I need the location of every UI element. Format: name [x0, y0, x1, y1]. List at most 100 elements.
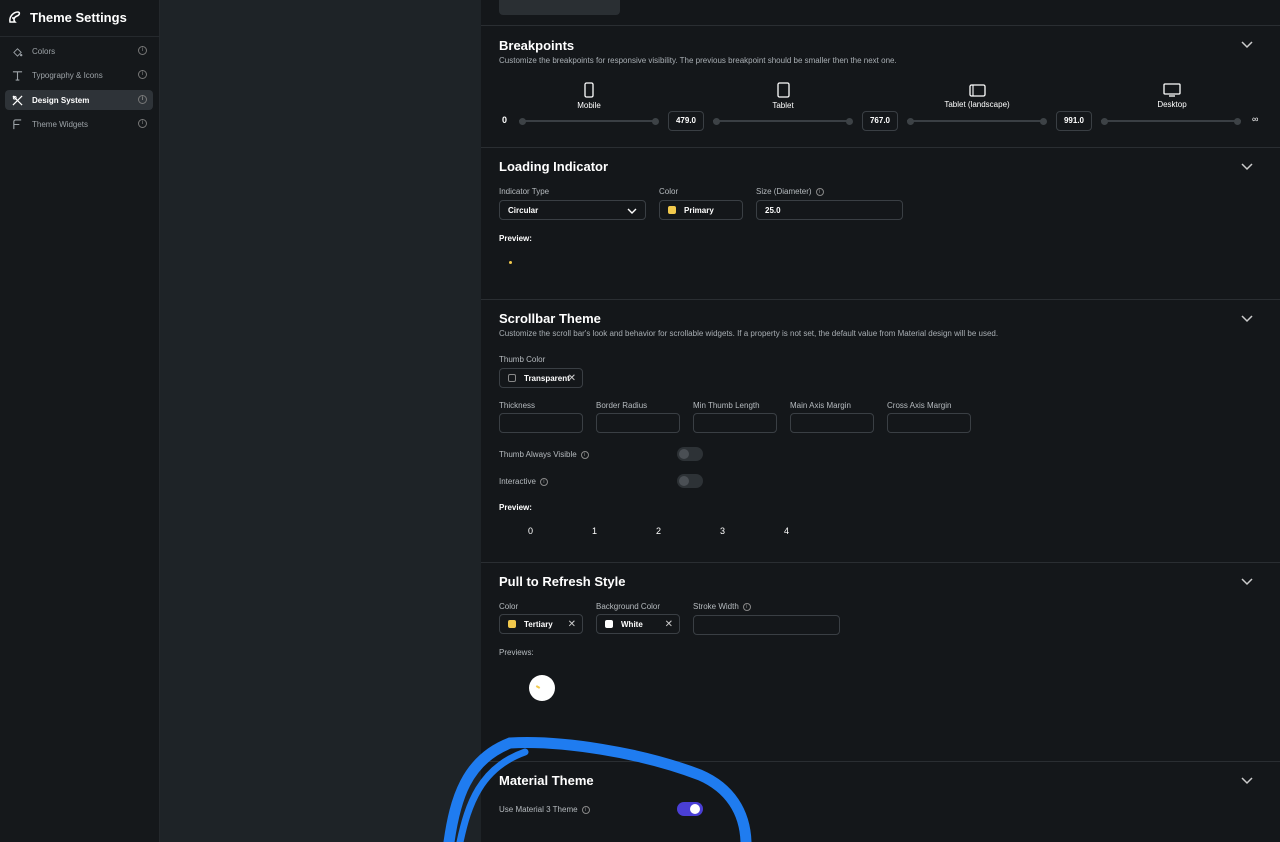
typography-icon — [11, 69, 23, 81]
color-picker[interactable]: Primary — [659, 200, 743, 220]
color-swatch — [508, 620, 516, 628]
info-icon[interactable]: i — [539, 477, 548, 486]
thumb-color-label: Thumb Color — [499, 355, 546, 364]
sidebar-item-colors[interactable]: Colors i — [5, 41, 153, 61]
size-input[interactable]: 25.0 — [756, 200, 903, 220]
background-color-label: Background Color — [596, 602, 661, 611]
thumb-color-picker[interactable]: Transparent ✕ — [499, 368, 583, 388]
chevron-down-icon — [627, 208, 637, 214]
color-label: Color — [659, 187, 679, 196]
thumb-always-visible-toggle[interactable] — [677, 447, 703, 461]
sidebar-item-design-system[interactable]: Design System i — [5, 90, 153, 110]
info-icon[interactable]: i — [581, 805, 590, 814]
device-tablet: Tablet — [743, 82, 823, 110]
background-color-picker[interactable]: White ✕ — [596, 614, 680, 634]
breakpoint-input-desktop[interactable]: 991.0 — [1056, 111, 1092, 131]
color-label: Color — [499, 602, 519, 611]
close-icon[interactable]: ✕ — [568, 373, 576, 384]
preview-item: 2 — [656, 526, 662, 536]
chevron-down-icon[interactable] — [1240, 38, 1254, 52]
color-picker[interactable]: Tertiary ✕ — [499, 614, 583, 634]
info-icon[interactable]: i — [815, 187, 824, 196]
material3-toggle[interactable] — [677, 802, 703, 816]
widgets-icon — [11, 118, 23, 130]
pull-to-refresh-section: Pull to Refresh Style Color Tertiary ✕ B… — [481, 562, 1280, 761]
device-label: Tablet — [772, 101, 794, 110]
device-tablet-landscape: Tablet (landscape) — [937, 84, 1017, 109]
material-theme-section: Material Theme Use Material 3 Theme i — [481, 761, 1280, 842]
indicator-type-dropdown[interactable]: Circular — [499, 200, 646, 220]
device-label: Desktop — [1157, 100, 1187, 109]
color-swatch — [508, 374, 516, 382]
chevron-down-icon[interactable] — [1240, 312, 1254, 326]
scrollbar-theme-section: Scrollbar Theme Customize the scroll bar… — [481, 299, 1280, 562]
breakpoint-track — [519, 120, 657, 122]
preview-item: 0 — [528, 526, 534, 536]
close-icon[interactable]: ✕ — [568, 619, 576, 630]
min-thumb-length-label: Min Thumb Length — [693, 401, 760, 410]
close-icon[interactable]: ✕ — [665, 619, 673, 630]
info-icon[interactable]: i — [138, 70, 147, 79]
device-mobile: Mobile — [549, 82, 629, 110]
device-desktop: Desktop — [1132, 83, 1212, 109]
cross-axis-margin-input[interactable] — [887, 413, 971, 433]
material3-label: Use Material 3 Theme i — [499, 805, 590, 814]
color-value: Transparent — [524, 373, 570, 383]
interactive-toggle[interactable] — [677, 474, 703, 488]
chevron-down-icon[interactable] — [1240, 160, 1254, 174]
settings-panel: Breakpoints Customize the breakpoints fo… — [481, 0, 1280, 842]
info-icon[interactable]: i — [580, 450, 589, 459]
section-title: Loading Indicator — [499, 159, 609, 174]
breakpoint-dot — [652, 118, 659, 125]
color-swatch — [668, 206, 676, 214]
breakpoint-dot — [1101, 118, 1108, 125]
thumb-always-visible-label: Thumb Always Visible i — [499, 450, 589, 459]
chevron-down-icon[interactable] — [1240, 575, 1254, 589]
color-value: Primary — [684, 205, 714, 215]
main-axis-margin-label: Main Axis Margin — [790, 401, 851, 410]
info-icon[interactable]: i — [138, 95, 147, 104]
size-label: Size (Diameter) i — [756, 187, 824, 196]
min-thumb-length-input[interactable] — [693, 413, 777, 433]
chevron-down-icon[interactable] — [1240, 774, 1254, 788]
border-radius-label: Border Radius — [596, 401, 648, 410]
breakpoint-input-tablet-landscape[interactable]: 767.0 — [862, 111, 898, 131]
border-radius-input[interactable] — [596, 413, 680, 433]
section-title: Material Theme — [499, 773, 594, 788]
previews-label: Previews: — [499, 648, 534, 657]
preview-label: Preview: — [499, 503, 532, 512]
section-title: Scrollbar Theme — [499, 311, 601, 326]
main-axis-margin-input[interactable] — [790, 413, 874, 433]
device-label: Mobile — [577, 101, 601, 110]
design-system-icon — [11, 94, 23, 106]
palette-icon — [11, 45, 23, 57]
sidebar-divider — [0, 36, 160, 37]
dropdown-value: Circular — [508, 205, 539, 215]
breakpoint-dot — [1040, 118, 1047, 125]
thickness-label: Thickness — [499, 401, 536, 410]
info-icon[interactable]: i — [138, 46, 147, 55]
device-label: Tablet (landscape) — [944, 100, 1010, 109]
sidebar-header: Theme Settings — [7, 8, 127, 26]
breakpoint-dot — [846, 118, 853, 125]
loading-indicator-preview — [509, 261, 512, 264]
color-value: White — [621, 619, 643, 629]
preview-label: Preview: — [499, 234, 532, 243]
stroke-width-label: Stroke Width i — [693, 602, 751, 611]
breakpoint-end: ∞ — [1252, 114, 1259, 124]
interactive-label: Interactive i — [499, 477, 548, 486]
info-icon[interactable]: i — [138, 119, 147, 128]
sidebar-item-label: Colors — [32, 46, 56, 56]
breakpoint-dot — [713, 118, 720, 125]
preview-item: 3 — [720, 526, 726, 536]
sidebar-item-theme-widgets[interactable]: Theme Widgets i — [5, 114, 153, 134]
stroke-width-input[interactable] — [693, 615, 840, 635]
thickness-input[interactable] — [499, 413, 583, 433]
info-icon[interactable]: i — [742, 602, 751, 611]
section-description: Customize the scroll bar's look and beha… — [499, 329, 999, 338]
top-button-remnant[interactable] — [499, 0, 620, 15]
breakpoint-start: 0 — [502, 115, 508, 125]
breakpoint-input-tablet[interactable]: 479.0 — [668, 111, 704, 131]
sidebar-title: Theme Settings — [30, 9, 127, 25]
sidebar-item-typography[interactable]: Typography & Icons i — [5, 65, 153, 85]
